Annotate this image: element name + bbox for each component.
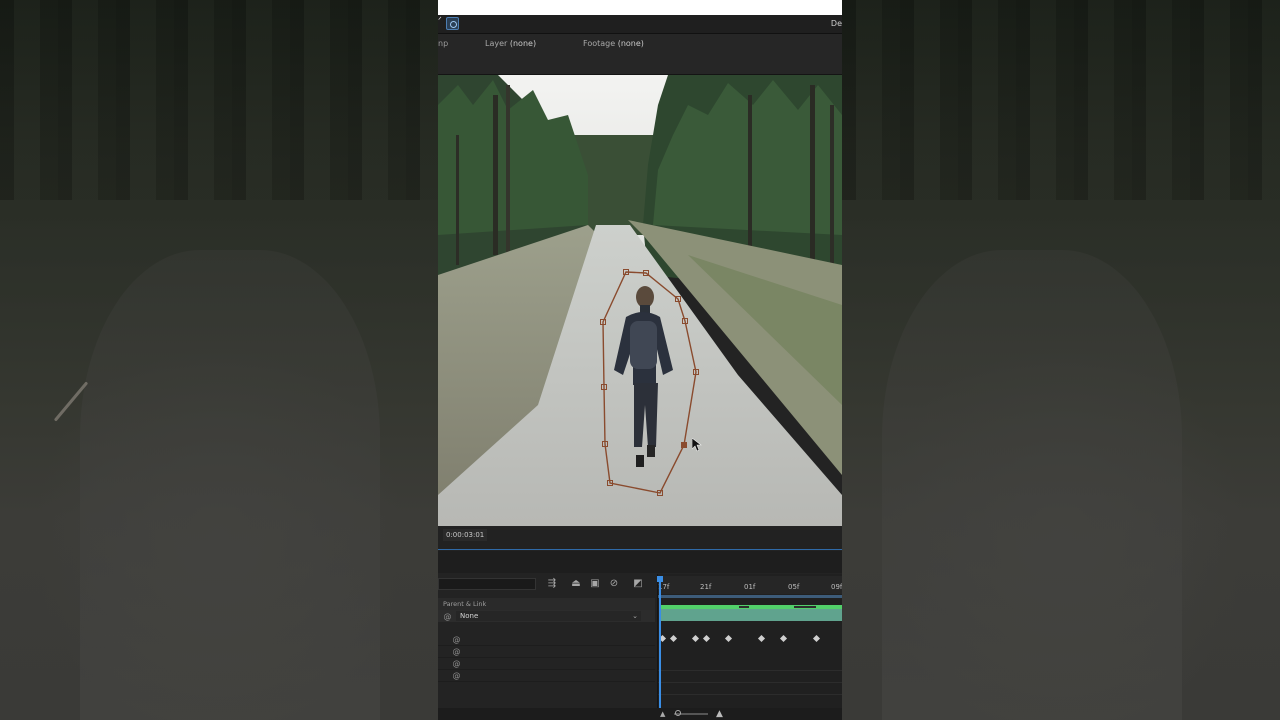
trunk (493, 95, 498, 255)
current-timecode[interactable]: 0:00:03:01 (443, 529, 488, 541)
keyframe[interactable] (724, 634, 733, 643)
roto-tool-icon[interactable] (446, 17, 459, 30)
toolbar-right-text[interactable]: De (831, 19, 842, 28)
backpack (630, 321, 657, 369)
trunk (830, 105, 834, 285)
playhead[interactable] (657, 576, 663, 720)
property-row[interactable]: @ (438, 669, 655, 682)
zoom-out-icon[interactable]: ▲ (660, 710, 665, 718)
tab-composition[interactable]: np (438, 39, 448, 48)
track-divider (658, 670, 842, 671)
ruler-tick: 01f (744, 583, 756, 591)
timeline-track-panel[interactable]: 17f 21f 01f 05f 09f (657, 574, 842, 720)
trunk (810, 85, 815, 285)
layer-row[interactable]: @ None ⌄ (438, 610, 655, 622)
zoom-in-icon[interactable]: ▲ (716, 709, 723, 719)
toolbar: ᐟ De (438, 15, 842, 34)
work-area-bar[interactable] (658, 595, 842, 598)
pick-whip-icon[interactable]: @ (452, 659, 461, 668)
track-divider (658, 682, 842, 683)
trunk (506, 85, 510, 255)
keyframe[interactable] (702, 634, 711, 643)
timeline-layer-panel: ⇶ ⏏ ▣ ⊘ ◩ Parent & Link @ None ⌄ @ @ @ @ (438, 574, 655, 720)
parent-select[interactable]: None ⌄ (456, 611, 641, 621)
mouse-cursor-icon (692, 438, 702, 452)
pick-whip-icon[interactable]: @ (452, 671, 461, 680)
person-shoe (647, 445, 655, 457)
playhead-handle[interactable] (657, 576, 663, 582)
backdrop-trees (842, 0, 1280, 200)
timeline-search-input[interactable] (438, 578, 536, 590)
viewer-time-bar: 0:00:03:01 (438, 527, 842, 550)
trunk (456, 135, 459, 265)
tab-layer[interactable]: Layer (none) (485, 39, 536, 48)
keyframe[interactable] (691, 634, 700, 643)
motion-blur-icon[interactable]: ⊘ (608, 578, 620, 590)
keyframe[interactable] (812, 634, 821, 643)
person-head (636, 286, 654, 308)
layer-bar-gap (739, 606, 749, 608)
graph-editor-icon[interactable]: ◩ (632, 578, 644, 590)
pick-whip-icon[interactable]: @ (452, 647, 461, 656)
ruler-tick: 09f (831, 583, 842, 591)
draft-3d-icon[interactable]: ⏏ (570, 578, 582, 590)
person-neck (640, 305, 650, 313)
backdrop-road (80, 250, 380, 720)
timeline-zoom-knob[interactable] (675, 710, 681, 716)
keyframe[interactable] (779, 634, 788, 643)
track-divider (658, 694, 842, 695)
pick-whip-icon[interactable]: @ (452, 635, 461, 644)
toolbar-left-mark: ᐟ (438, 16, 442, 26)
ruler-tick: 05f (788, 583, 800, 591)
right-blurred-backdrop (842, 0, 1280, 720)
layer-duration-bar[interactable] (661, 605, 842, 621)
top-bar (438, 0, 842, 15)
layer-bar-gap (794, 606, 816, 608)
left-blurred-backdrop (0, 0, 438, 720)
backdrop-road (882, 250, 1182, 720)
keyframe[interactable] (757, 634, 766, 643)
tab-footage[interactable]: Footage (none) (583, 39, 644, 48)
keyframe[interactable] (669, 634, 678, 643)
composition-flowchart-icon[interactable]: ⇶ (546, 578, 558, 590)
composition-viewer[interactable] (438, 75, 842, 526)
timeline-footer: ▲ ▲ (438, 708, 842, 720)
pick-whip-icon[interactable]: @ (443, 612, 452, 621)
backdrop-trees (0, 0, 438, 200)
composition-frame (438, 75, 842, 526)
timeline-tab-strip (438, 551, 842, 573)
viewer-panel-header: np Layer (none) Footage (none) (438, 34, 842, 75)
frame-blending-icon[interactable]: ▣ (589, 578, 601, 590)
after-effects-app: ᐟ De np Layer (none) Footage (none) 0:00… (438, 0, 842, 720)
time-ruler[interactable]: 17f 21f 01f 05f 09f (658, 576, 842, 594)
chevron-down-icon: ⌄ (632, 612, 638, 620)
ruler-tick: 21f (700, 583, 712, 591)
person-shoe (636, 455, 644, 467)
